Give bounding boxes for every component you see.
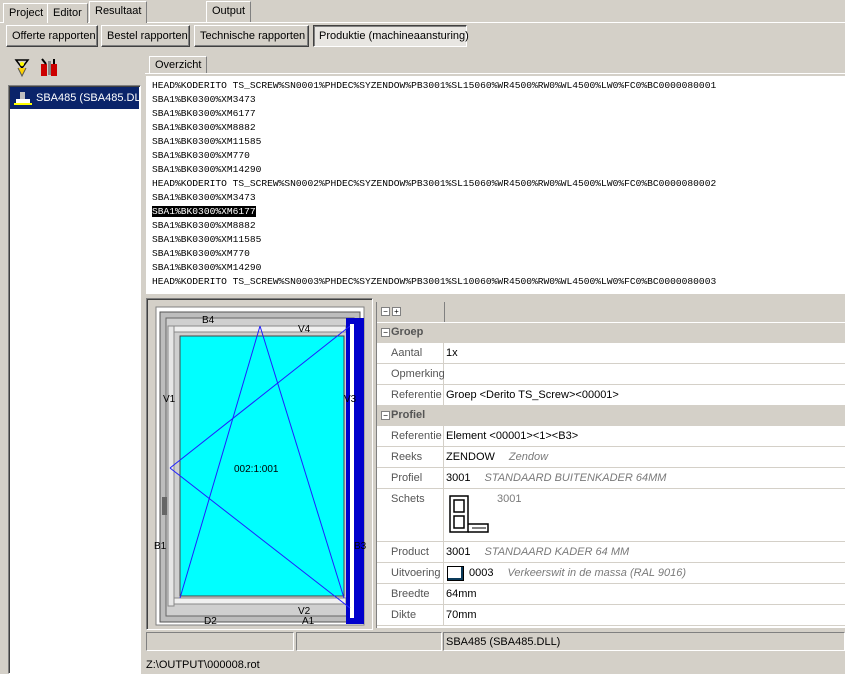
profile-sketch-icon	[446, 492, 492, 538]
output-line[interactable]: SBA1%BK0300%XM14290	[152, 261, 845, 275]
prop-reeks[interactable]: Reeks ZENDOW Zendow	[377, 447, 845, 468]
category-groep[interactable]: − Groep	[377, 323, 845, 343]
tab-resultaat[interactable]: Resultaat	[89, 1, 148, 23]
prop-uitvoering[interactable]: Uitvoering 0003 Verkeerswit in de massa (…	[377, 563, 845, 584]
output-line[interactable]: SBA1%BK0300%XM3473	[152, 93, 845, 107]
prop-profiel[interactable]: Profiel 3001 STANDAARD BUITENKADER 64MM	[377, 468, 845, 489]
tab-editor[interactable]: Editor	[47, 3, 88, 23]
status-module: SBA485 (SBA485.DLL)	[443, 632, 845, 651]
tree-panel: SBA485 (SBA485.DLL)	[8, 85, 141, 674]
collapse-all-icon[interactable]: −	[381, 307, 390, 316]
output-line[interactable]: SBA1%BK0300%XM8882	[152, 121, 845, 135]
status-panel-2	[296, 632, 442, 651]
output-line[interactable]: SBA1%BK0300%XM11585	[152, 233, 845, 247]
output-line[interactable]: SBA1%BK0300%XM6177	[152, 205, 845, 219]
output-line[interactable]: SBA1%BK0300%XM14290	[152, 163, 845, 177]
prop-schets[interactable]: Schets 3001	[377, 489, 845, 542]
produktie-button[interactable]: Produktie (machineaansturing)	[313, 25, 469, 47]
module-icon	[14, 90, 32, 106]
collapse-icon[interactable]: −	[381, 328, 390, 337]
offerte-rapporten-button[interactable]: Offerte rapporten	[6, 25, 98, 47]
output-line[interactable]: SBA1%BK0300%XM8882	[152, 219, 845, 233]
tab-project[interactable]: Project	[3, 3, 50, 23]
label-bottom-a: A1	[302, 616, 315, 627]
label-left-v: V1	[163, 394, 176, 405]
label-left-b: B1	[154, 541, 167, 552]
drawing-panel: B4 V4 V1 V3 B1 B3 002:1:001 V2 D2 A1	[146, 298, 373, 630]
prop-breedte[interactable]: Breedte 64mm	[377, 584, 845, 605]
tree-item-label: SBA485 (SBA485.DLL)	[36, 92, 139, 104]
expand-all-icon[interactable]: +	[392, 307, 401, 316]
window-drawing[interactable]: B4 V4 V1 V3 B1 B3 002:1:001 V2 D2 A1	[150, 302, 370, 628]
status-path: Z:\OUTPUT\000008.rot	[146, 659, 260, 671]
label-bottom: D2	[204, 616, 217, 627]
output-line[interactable]: SBA1%BK0300%XM770	[152, 247, 845, 261]
prop-profiel-referentie[interactable]: Referentie Element <00001><1><B3>	[377, 426, 845, 447]
export-icon[interactable]	[13, 58, 31, 78]
label-top: B4	[202, 315, 215, 326]
prop-dikte[interactable]: Dikte 70mm	[377, 605, 845, 626]
label-right-v: V3	[344, 394, 357, 405]
label-right-b: B3	[354, 541, 367, 552]
prop-aantal[interactable]: Aantal 1x	[377, 343, 845, 364]
output-line[interactable]: HEAD%KODERITO TS_SCREW%SN0003%PHDEC%SYZE…	[152, 275, 845, 289]
output-line[interactable]: HEAD%KODERITO TS_SCREW%SN0001%PHDEC%SYZE…	[152, 79, 845, 93]
output-line[interactable]: HEAD%KODERITO TS_SCREW%SN0002%PHDEC%SYZE…	[152, 177, 845, 191]
grid-header: − +	[377, 302, 845, 322]
output-line[interactable]: SBA1%BK0300%XM6177	[152, 107, 845, 121]
label-top-v: V4	[298, 324, 311, 335]
status-panel-1	[146, 632, 294, 651]
prop-groep-referentie[interactable]: Referentie Groep <Derito TS_Screw><00001>	[377, 385, 845, 406]
bestel-rapporten-button[interactable]: Bestel rapporten	[101, 25, 190, 47]
collapse-icon[interactable]: −	[381, 411, 390, 420]
tab-output[interactable]: Output	[206, 1, 252, 22]
technische-rapporten-button[interactable]: Technische rapporten	[194, 25, 309, 47]
output-text[interactable]: HEAD%KODERITO TS_SCREW%SN0001%PHDEC%SYZE…	[146, 76, 845, 294]
label-center: 002:1:001	[234, 464, 279, 475]
tree-item-sba485[interactable]: SBA485 (SBA485.DLL)	[10, 87, 139, 109]
output-line[interactable]: SBA1%BK0300%XM3473	[152, 191, 845, 205]
output-line[interactable]: SBA1%BK0300%XM11585	[152, 135, 845, 149]
tab-overzicht[interactable]: Overzicht	[149, 56, 208, 73]
prop-opmerking[interactable]: Opmerking	[377, 364, 845, 385]
property-grid: − + − Groep Aantal 1x Opmerking Referenti…	[376, 302, 845, 628]
category-profiel[interactable]: − Profiel	[377, 406, 845, 426]
prop-product[interactable]: Product 3001 STANDAARD KADER 64 MM	[377, 542, 845, 563]
tools-icon[interactable]	[39, 58, 61, 78]
color-swatch-icon	[447, 566, 464, 581]
output-line[interactable]: SBA1%BK0300%XM770	[152, 149, 845, 163]
